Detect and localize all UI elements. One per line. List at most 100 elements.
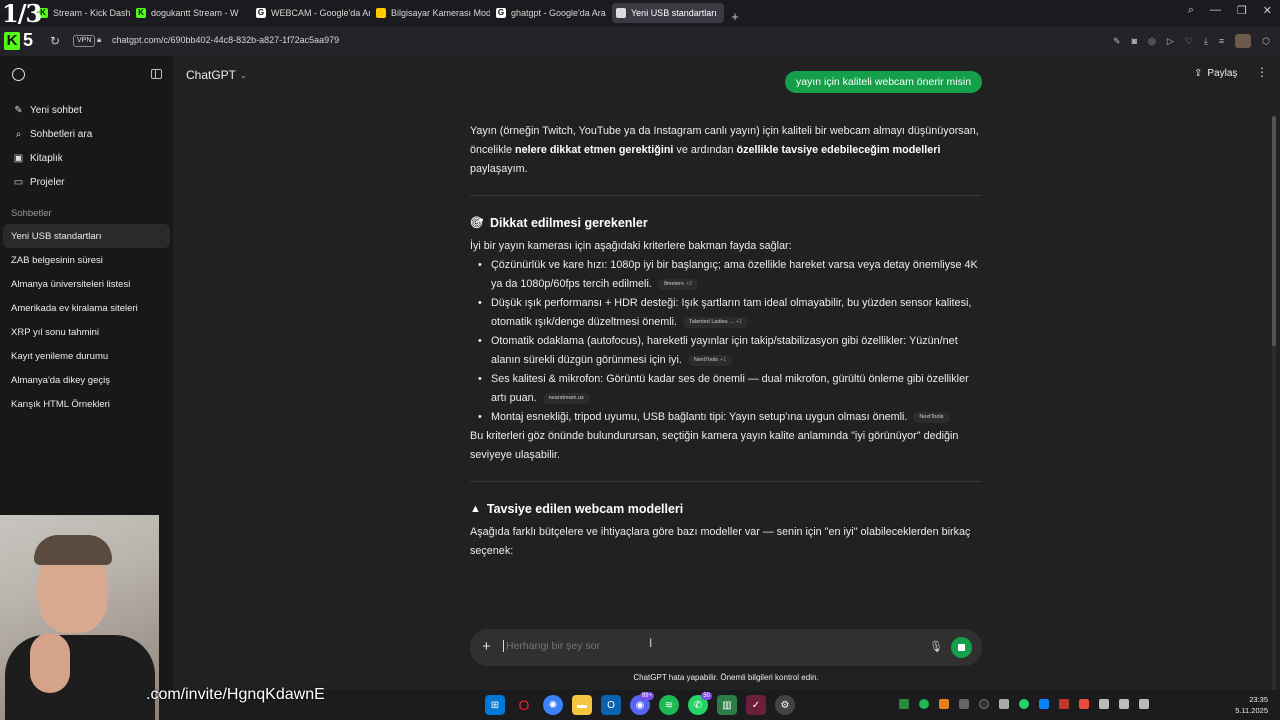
extensions-icon[interactable]: ⬡ xyxy=(1262,36,1270,47)
sidebar-item-0[interactable]: ✎ Yeni sohbet xyxy=(0,98,173,122)
address-bar-row: K 5 ↻ VPN 🔒︎ chatgpt.com/c/690bb402-44c8… xyxy=(0,26,1280,56)
source-chip[interactable]: NextTools xyxy=(913,411,950,423)
address-bar-actions: ✎ ◙ ◎ ▷ ♡ ⤓ ≡ ⬡ xyxy=(1113,34,1270,48)
chat-history-item[interactable]: Amerikada ev kiralama siteleri xyxy=(3,296,170,320)
sidebar-item-1[interactable]: ⌕ Sohbetleri ara xyxy=(0,122,173,146)
tray-app-icon[interactable] xyxy=(999,699,1009,709)
search-tabs-icon[interactable]: ⌕ xyxy=(1188,4,1194,17)
edit-icon[interactable]: ✎ xyxy=(1113,36,1121,47)
source-chip[interactable]: 9meters +2 xyxy=(657,278,699,290)
stop-generating-button[interactable] xyxy=(951,637,972,658)
network-icon[interactable] xyxy=(1099,699,1109,709)
tray-app-icon[interactable] xyxy=(959,699,969,709)
sidebar-item-label: Kitaplık xyxy=(30,152,63,164)
criteria-item: Montaj esnekliği, tripod uyumu, USB bağl… xyxy=(470,408,982,427)
play-icon[interactable]: ▷ xyxy=(1167,36,1174,47)
whatsapp-icon[interactable]: ✆ 50 xyxy=(688,692,712,715)
start-icon[interactable]: ⊞ xyxy=(485,695,505,715)
download-icon[interactable]: ⤓ xyxy=(1204,36,1208,47)
file-explorer-icon[interactable]: ▬ xyxy=(572,695,592,715)
sidebar-item-3[interactable]: ▭ Projeler xyxy=(0,170,173,194)
chat-history-item[interactable]: XRP yıl sonu tahmini xyxy=(3,320,170,344)
heart-icon[interactable]: ♡ xyxy=(1185,36,1193,47)
chat-history-item[interactable]: Karışık HTML Örnekleri xyxy=(3,392,170,416)
browser-tab[interactable]: Bilgisayar Kamerası Model xyxy=(372,3,490,23)
chat-history-list: Yeni USB standartları ZAB belgesinin süre… xyxy=(3,224,170,416)
tab-label: dogukantt Stream - W xyxy=(151,8,239,18)
battery-icon[interactable] xyxy=(1139,699,1149,709)
chat-history-item[interactable]: Almanya'da dikey geçiş xyxy=(3,368,170,392)
copilot-icon[interactable]: ✺ xyxy=(543,695,563,715)
vpn-badge[interactable]: VPN xyxy=(73,35,96,47)
new-tab-button[interactable]: + xyxy=(726,7,744,25)
model-name: ChatGPT xyxy=(186,68,237,82)
settings-icon[interactable]: ⚙ xyxy=(775,695,795,715)
camera-icon[interactable]: ◙ xyxy=(1132,36,1137,46)
section-heading: ▲ Tavsiye edilen webcam modelleri xyxy=(470,500,982,519)
chat-history-item[interactable]: ZAB belgesinin süresi xyxy=(3,248,170,272)
sidebar-item-label: Sohbetleri ara xyxy=(30,128,93,140)
target-icon: 🎯︎ xyxy=(470,217,484,229)
source-chip[interactable]: Talented Ladies ... +1 xyxy=(683,316,748,328)
tray-app-icon[interactable] xyxy=(1059,699,1069,709)
tray-app-icon[interactable] xyxy=(899,699,909,709)
chat-history-item[interactable]: Kayıt yenileme durumu xyxy=(3,344,170,368)
tab-label: Bilgisayar Kamerası Model xyxy=(391,8,490,18)
kick-counter: K 5 xyxy=(4,30,33,51)
model-selector[interactable]: ChatGPT ⌄ xyxy=(186,68,247,82)
reload-icon[interactable]: ↻ xyxy=(50,34,60,48)
more-options-icon[interactable]: ⋮ xyxy=(1256,65,1268,79)
trophy-icon: ▲ xyxy=(470,503,481,515)
chatgpt-logo-icon[interactable] xyxy=(12,68,25,81)
sidebar-toggle-icon[interactable] xyxy=(151,69,162,79)
chevron-down-icon: ⌄ xyxy=(240,70,247,80)
menu-icon[interactable]: ≡ xyxy=(1219,36,1224,46)
tab-favicon-icon xyxy=(616,8,626,18)
stream-overlay-fraction: 1/3 xyxy=(2,0,42,28)
browser-tab[interactable]: Gghatgpt - Google'da Ara xyxy=(492,3,610,23)
clock[interactable]: 23:35 5.11.2025 xyxy=(1235,694,1268,716)
source-chip[interactable]: nearstream.us xyxy=(542,392,590,404)
shield-icon[interactable]: ◎ xyxy=(1148,36,1156,47)
minimize-button[interactable]: — xyxy=(1210,4,1221,17)
taskbar: ⊞ O ✺ ▬ O ◉ 99+ ≋ ✆ 50 ▥ ✓ ⚙ 23:35 5.11.… xyxy=(159,690,1280,720)
criteria-list: Çözünürlük ve kare hızı: 1080p iyi bir b… xyxy=(470,256,982,427)
sidebar-item-2[interactable]: ▣ Kitaplık xyxy=(0,146,173,170)
tab-label: ghatgpt - Google'da Ara xyxy=(511,8,606,18)
source-chip[interactable]: NextTools +1 xyxy=(687,354,733,366)
chart-app-icon[interactable]: ▥ xyxy=(717,695,737,715)
defender-icon[interactable] xyxy=(1039,699,1049,709)
tray-app-icon[interactable] xyxy=(979,699,989,709)
maximize-button[interactable]: ❐ xyxy=(1237,4,1247,17)
url-field[interactable]: chatgpt.com/c/690bb402-44c8-832b-a827-1f… xyxy=(112,35,339,45)
browser-tab[interactable]: KStream - Kick Dashboard xyxy=(34,3,130,23)
whatsapp-tray-icon[interactable] xyxy=(1019,699,1029,709)
kick-logo-icon: K xyxy=(4,31,20,50)
media-app-icon[interactable]: ✓ xyxy=(746,695,766,715)
discord-icon[interactable]: ◉ 99+ xyxy=(630,692,654,715)
spotify-icon[interactable]: ≋ xyxy=(659,695,679,715)
browser-tab[interactable]: Kdogukantt Stream - W xyxy=(132,3,250,23)
browser-tab[interactable]: Yeni USB standartları xyxy=(612,3,724,23)
chat-history-item[interactable]: Almanya üniversiteleri listesi xyxy=(3,272,170,296)
outlook-icon[interactable]: O xyxy=(601,695,621,715)
browser-tab[interactable]: G WEBCAM - Google'da Ara xyxy=(252,3,370,23)
spotify-tray-icon[interactable] xyxy=(919,699,929,709)
chat-history-item[interactable]: Yeni USB standartları xyxy=(3,224,170,248)
scrollbar[interactable] xyxy=(1272,116,1276,690)
opera-icon[interactable]: O xyxy=(514,695,534,715)
invite-overlay-text: .com/invite/HgnqKdawnE xyxy=(146,686,325,703)
divider xyxy=(470,481,982,482)
add-attachment-icon[interactable]: + xyxy=(482,638,491,655)
volume-icon[interactable] xyxy=(1119,699,1129,709)
microphone-icon[interactable]: 🎙︎ xyxy=(929,640,943,653)
sidebar-item-label: Yeni sohbet xyxy=(30,104,82,116)
tray-app-icon[interactable] xyxy=(939,699,949,709)
close-window-button[interactable]: ✕ xyxy=(1263,4,1272,17)
prompt-input[interactable] xyxy=(503,640,883,652)
lock-icon[interactable]: 🔒︎ xyxy=(97,35,101,45)
profile-avatar[interactable] xyxy=(1235,34,1252,48)
taskbar-apps: ⊞ O ✺ ▬ O ◉ 99+ ≋ ✆ 50 ▥ ✓ ⚙ xyxy=(485,692,795,715)
share-button[interactable]: ⇪ Paylaş xyxy=(1194,68,1237,79)
tray-app-icon[interactable] xyxy=(1079,699,1089,709)
